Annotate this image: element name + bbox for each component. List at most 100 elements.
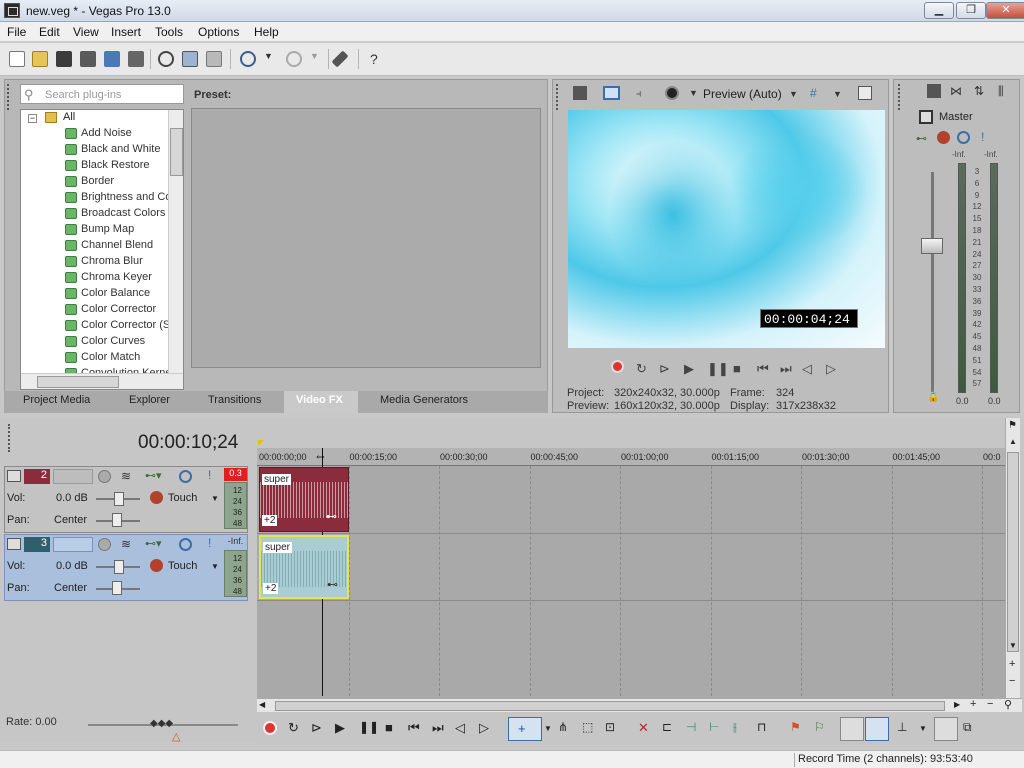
vscroll-thumb[interactable]	[1007, 452, 1019, 652]
quality-dropdown-icon[interactable]: ▼	[789, 89, 798, 99]
copy-icon[interactable]	[182, 51, 198, 67]
loop-icon[interactable]: ↻	[636, 361, 647, 377]
solo-icon[interactable]: !	[981, 130, 984, 144]
next-frame-icon[interactable]: ▷	[826, 361, 836, 377]
cut-icon[interactable]	[158, 51, 174, 67]
record-icon[interactable]	[263, 721, 277, 735]
collapse-icon[interactable]: −	[28, 114, 37, 123]
tab-transitions[interactable]: Transitions	[208, 394, 261, 406]
timeline-grip[interactable]	[8, 424, 14, 452]
pause-icon[interactable]: ❚❚	[707, 361, 729, 377]
plugin-item[interactable]: Chroma Blur	[81, 255, 143, 267]
auto-crossfade-button[interactable]	[865, 717, 889, 741]
external-monitor-icon[interactable]	[603, 86, 620, 100]
arm-record-icon[interactable]	[98, 470, 111, 483]
ignore-grouping-icon[interactable]: ⧉	[963, 720, 979, 736]
insert-fx-icon[interactable]: ⊷	[916, 132, 927, 145]
audio-clip-selected[interactable]: super +2 ⊷	[259, 535, 349, 599]
insert-region-icon[interactable]: ⚐	[814, 720, 830, 736]
menu-edit[interactable]: Edit	[39, 25, 60, 39]
preview-props-icon[interactable]	[573, 86, 587, 100]
tab-explorer[interactable]: Explorer	[129, 394, 170, 406]
clip-fx-icon[interactable]: ⊷	[327, 578, 338, 591]
hscroll-thumb[interactable]	[275, 701, 945, 711]
overlays-icon[interactable]	[665, 86, 679, 100]
automation-dropdown-icon[interactable]: ▼	[211, 562, 219, 571]
automation-dropdown-icon[interactable]: ▼	[211, 494, 219, 503]
zoom-in-horizontal-icon[interactable]: +	[970, 698, 976, 710]
split-view-icon[interactable]: ⫞	[636, 88, 642, 101]
tab-media-generators[interactable]: Media Generators	[380, 394, 468, 406]
envelope-icon[interactable]: ≋	[121, 537, 131, 551]
track-fx-icon[interactable]: ⊷▾	[145, 537, 162, 550]
marker-bar-icon[interactable]: ⚑	[1008, 420, 1017, 431]
ripple-dropdown-icon[interactable]: ▼	[919, 724, 935, 740]
record-button[interactable]	[611, 360, 624, 373]
menu-file[interactable]: File	[7, 25, 26, 39]
mute-track-icon[interactable]	[179, 470, 192, 483]
plugin-item[interactable]: Color Balance	[81, 287, 150, 299]
mixer-props-icon[interactable]	[927, 84, 941, 98]
save-icon[interactable]	[56, 51, 72, 67]
trim-end-icon[interactable]: ⊢	[709, 720, 725, 736]
menu-view[interactable]: View	[73, 25, 99, 39]
mute-icon[interactable]	[957, 131, 970, 144]
plugin-item[interactable]: Color Corrector	[81, 303, 156, 315]
plugin-item[interactable]: Color Corrector (S	[81, 319, 170, 331]
scroll-right-icon[interactable]: ▶	[954, 700, 960, 709]
zoom-out-horizontal-icon[interactable]: −	[987, 698, 993, 710]
plugin-item[interactable]: Brightness and Co	[81, 191, 172, 203]
automation-mode[interactable]: Touch	[168, 560, 197, 572]
insert-marker-icon[interactable]: ⚑	[790, 720, 806, 736]
plugin-item[interactable]: Black and White	[81, 143, 160, 155]
go-to-start-icon[interactable]: ⏮	[408, 720, 424, 736]
play-from-start-icon[interactable]: ⊳	[659, 361, 670, 377]
horizontal-scrollbar[interactable]	[21, 373, 183, 389]
play-icon[interactable]: ▶	[684, 361, 694, 377]
brush-icon[interactable]	[331, 50, 349, 68]
arm-record-icon[interactable]	[98, 538, 111, 551]
plugin-item[interactable]: Color Curves	[81, 335, 145, 347]
prev-frame-icon[interactable]: ◁	[802, 361, 812, 377]
snap-button[interactable]	[840, 717, 864, 741]
audio-clip[interactable]: super +2 ⊷	[259, 467, 349, 532]
play-icon[interactable]: ▶	[335, 720, 351, 736]
zoom-edit-tool-icon[interactable]: ⊡	[605, 720, 621, 736]
mute-track-icon[interactable]	[179, 538, 192, 551]
track-expand-icon[interactable]	[7, 538, 21, 550]
zoom-out-vertical-icon[interactable]: −	[1009, 675, 1015, 687]
plugin-item[interactable]: Broadcast Colors	[81, 207, 165, 219]
plugin-item[interactable]: Add Noise	[81, 127, 132, 139]
split-icon[interactable]: ⫲	[733, 720, 749, 736]
solo-track-icon[interactable]: !	[208, 468, 211, 482]
trim-start-icon[interactable]: ⊣	[686, 720, 702, 736]
paste-icon[interactable]	[206, 51, 222, 67]
properties-icon[interactable]	[128, 51, 144, 67]
pause-icon[interactable]: ❚❚	[359, 720, 379, 736]
preview-grip[interactable]	[556, 84, 562, 110]
minimize-button[interactable]: ▁	[924, 2, 954, 19]
plugin-item[interactable]: Chroma Keyer	[81, 271, 152, 283]
loop-playback-icon[interactable]: ↻	[288, 720, 304, 736]
tab-video-fx[interactable]: Video FX	[296, 394, 343, 406]
preview-quality[interactable]: Preview (Auto)	[703, 87, 782, 101]
envelope-tool-icon[interactable]: ⋔	[558, 720, 574, 736]
lock-envelopes-button[interactable]	[934, 717, 958, 741]
prev-frame-icon[interactable]: ◁	[455, 720, 471, 736]
automation-gear-icon[interactable]	[150, 559, 163, 572]
plugin-item[interactable]: Color Match	[81, 351, 140, 363]
go-to-end-icon[interactable]: ⏭	[432, 720, 448, 736]
envelope-icon[interactable]: ≋	[121, 469, 131, 483]
undo-dropdown-icon[interactable]: ▼	[264, 51, 280, 67]
downmix-icon[interactable]: ⋈	[950, 84, 962, 98]
lock-events-icon[interactable]: ⊓	[757, 720, 773, 736]
plugin-item[interactable]: Black Restore	[81, 159, 149, 171]
undo-icon[interactable]	[240, 51, 256, 67]
grid-icon[interactable]: #	[810, 86, 817, 100]
maximize-button[interactable]: ❐	[956, 2, 986, 19]
scroll-down-icon[interactable]: ▼	[1009, 641, 1017, 650]
menu-insert[interactable]: Insert	[111, 25, 141, 39]
track-fx-icon[interactable]: ⊷▾	[145, 469, 162, 482]
overlays-dropdown-icon[interactable]: ▼	[689, 88, 698, 98]
open-folder-icon[interactable]	[32, 51, 48, 67]
